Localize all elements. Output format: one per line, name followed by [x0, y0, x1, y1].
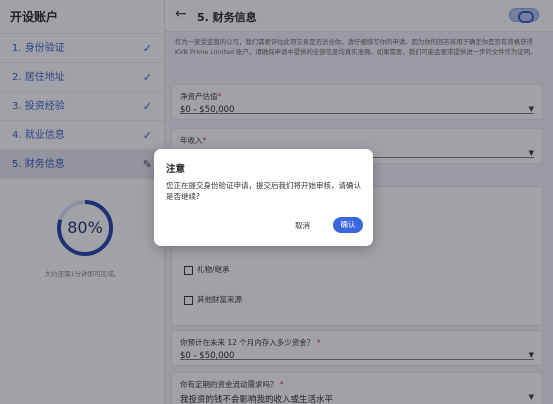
account-opening-page: 开设账户 1. 身份验证 ✓ 2. 居住地址 ✓ 3. 投资经验 ✓ 4. 就业…: [0, 0, 553, 404]
dialog-message: 您正在提交身份验证申请，提交后我们将开始审核，请确认是否继续?: [166, 181, 361, 201]
cancel-button[interactable]: 取消: [295, 220, 310, 231]
dialog-title: 注意: [166, 164, 186, 175]
confirm-dialog: 注意 您正在提交身份验证申请，提交后我们将开始审核，请确认是否继续? 取消 确认: [154, 149, 373, 246]
confirm-button[interactable]: 确认: [333, 217, 363, 233]
